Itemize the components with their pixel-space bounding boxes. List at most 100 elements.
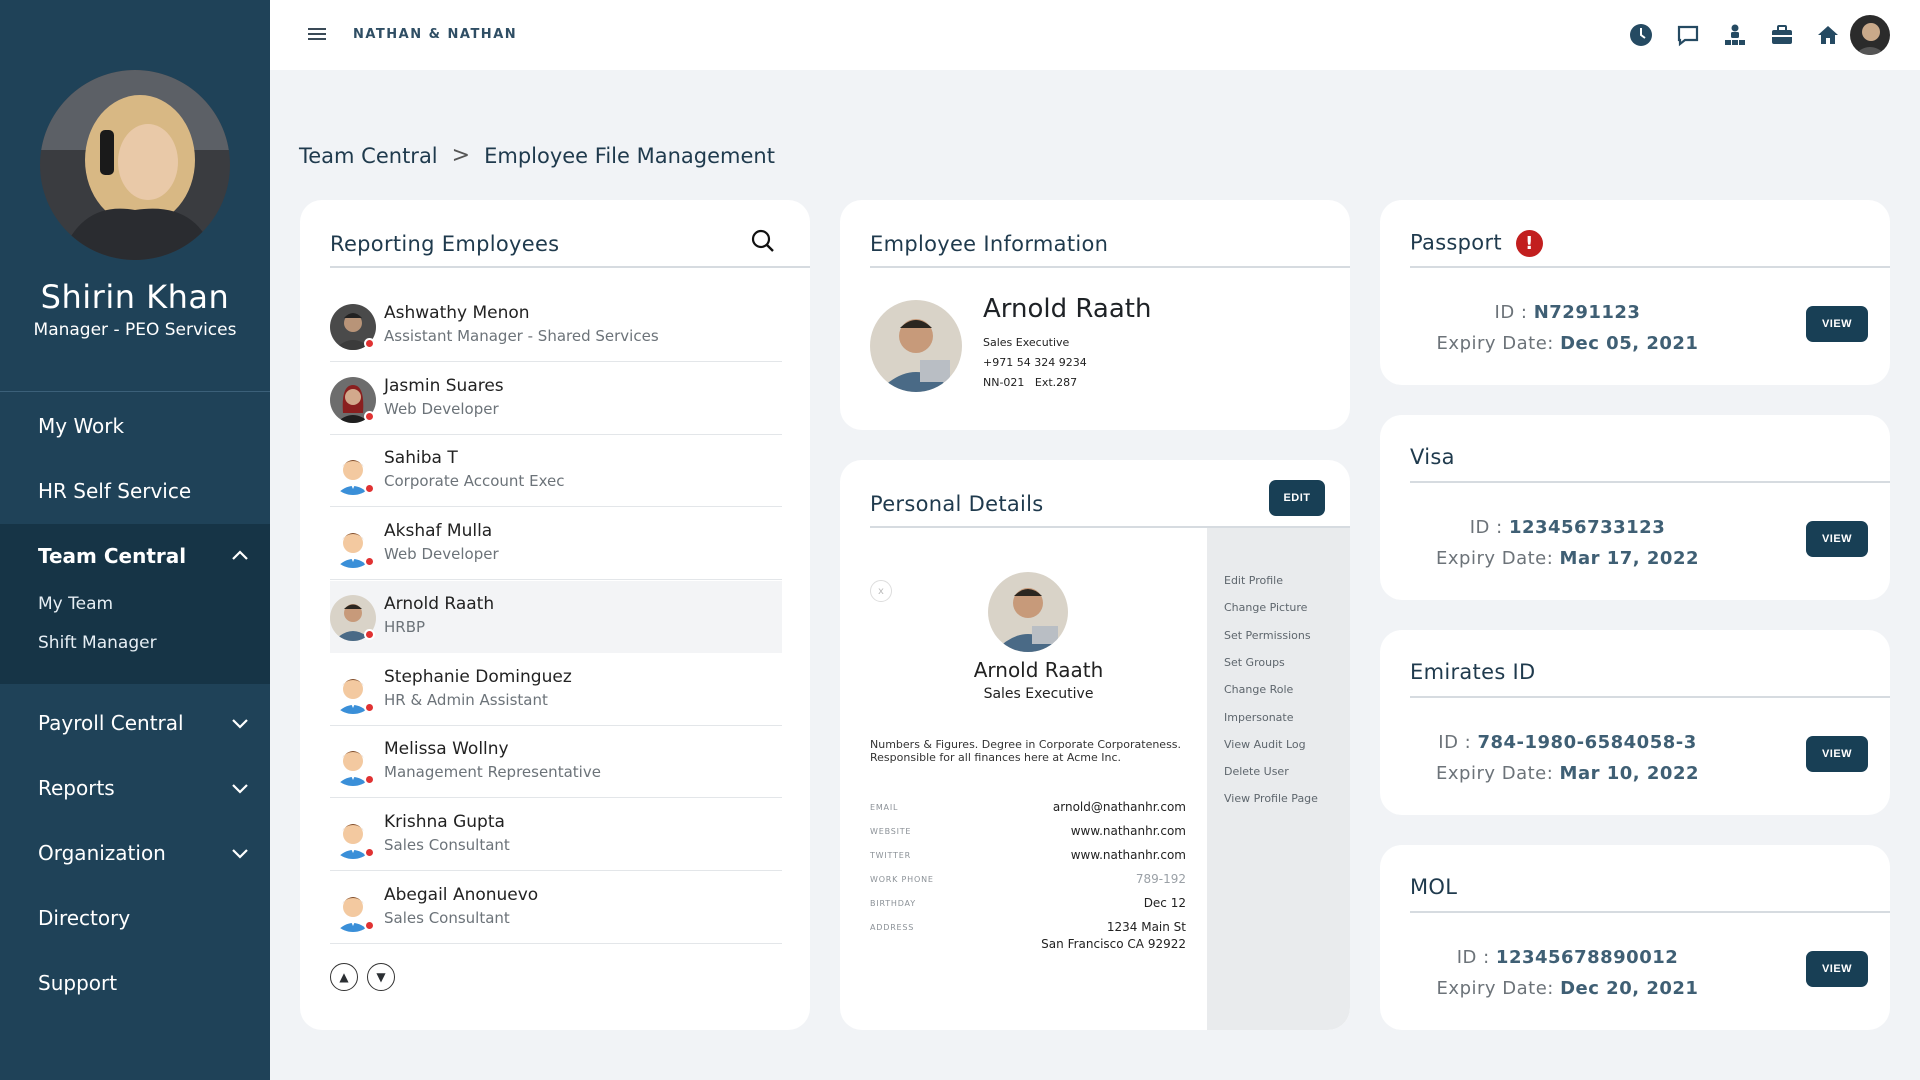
field-label: WORK PHONE xyxy=(870,875,934,884)
divider xyxy=(1410,481,1890,483)
sidebar-item-directory[interactable]: Directory xyxy=(0,888,270,948)
status-dot xyxy=(364,410,375,422)
status-dot xyxy=(364,338,375,349)
card-title: Employee Information xyxy=(870,232,1109,256)
breadcrumb-parent[interactable]: Team Central xyxy=(299,144,438,168)
document-expiry-value: Mar 10, 2022 xyxy=(1559,763,1699,784)
view-button[interactable]: VIEW xyxy=(1806,951,1868,987)
profile-menu-item[interactable]: View Audit Log xyxy=(1224,738,1306,751)
sidebar-item-support[interactable]: Support xyxy=(0,953,270,1013)
employee-role: Web Developer xyxy=(384,545,499,564)
profile-position: Sales Executive xyxy=(983,686,1094,702)
employee-role: HRBP xyxy=(384,617,426,636)
profile-menu-item[interactable]: Change Role xyxy=(1224,683,1293,696)
profile-menu-item[interactable]: Impersonate xyxy=(1224,711,1294,724)
field-label: WEBSITE xyxy=(870,827,912,836)
profile-menu-item[interactable]: Set Groups xyxy=(1224,656,1285,669)
document-id: ID : 12345678890012 xyxy=(1380,947,1755,968)
document-id-label: ID : xyxy=(1456,947,1496,968)
briefcase-icon[interactable] xyxy=(1769,22,1795,48)
sidebar-item-label: Team Central xyxy=(38,544,187,568)
employee-name: Jasmin Suares xyxy=(384,375,504,396)
view-button[interactable]: VIEW xyxy=(1806,306,1868,342)
clock-icon[interactable] xyxy=(1628,22,1654,48)
page-down-button[interactable]: ▼ xyxy=(367,963,395,991)
employee-row[interactable]: Arnold Raath HRBP xyxy=(330,580,782,653)
employee-row[interactable]: Stephanie Dominguez HR & Admin Assistant xyxy=(330,654,782,726)
page-up-button[interactable]: ▲ xyxy=(330,963,358,991)
chat-icon[interactable] xyxy=(1675,22,1701,48)
sidebar-subitem-my-team[interactable]: My Team xyxy=(38,594,113,614)
view-button[interactable]: VIEW xyxy=(1806,521,1868,557)
document-card: Visa ID : 123456733123 Expiry Date: Mar 17… xyxy=(1380,415,1890,600)
breadcrumb-current: Employee File Management xyxy=(484,143,775,168)
employee-name: Arnold Raath xyxy=(384,593,495,614)
employee-row[interactable]: Ashwathy Menon Assistant Manager - Shared… xyxy=(330,290,782,362)
profile-avatar xyxy=(988,572,1068,652)
employee-code: NN-021 Ext.287 xyxy=(983,376,1078,389)
document-title: MOL xyxy=(1410,875,1457,899)
home-icon[interactable] xyxy=(1815,22,1841,48)
sidebar-item-team-central[interactable]: Team Central xyxy=(0,524,270,588)
field-value: www.nathanhr.com xyxy=(1070,824,1186,838)
document-title: Passport! xyxy=(1410,230,1543,257)
org-chart-icon[interactable] xyxy=(1722,22,1748,48)
breadcrumb: Team Central > Employee File Management xyxy=(299,143,775,168)
sidebar-item-reports[interactable]: Reports xyxy=(0,758,270,818)
employee-role: Assistant Manager - Shared Services xyxy=(384,327,659,345)
document-id: ID : N7291123 xyxy=(1380,302,1755,323)
employee-row[interactable]: Jasmin Suares Web Developer xyxy=(330,363,782,435)
view-button[interactable]: VIEW xyxy=(1806,736,1868,772)
hamburger-menu-icon[interactable] xyxy=(308,26,326,42)
employee-row[interactable]: Melissa Wollny Management Representative xyxy=(330,726,782,799)
employee-row[interactable]: Krishna Gupta Sales Consultant xyxy=(330,799,782,871)
user-avatar[interactable] xyxy=(40,70,230,260)
user-name: Shirin Khan xyxy=(40,278,230,316)
sidebar-item-payroll-central[interactable]: Payroll Central xyxy=(0,693,270,753)
document-expiry-value: Dec 05, 2021 xyxy=(1560,333,1699,354)
profile-actions-menu: Edit Profile Change Picture Set Permission… xyxy=(1207,528,1350,1030)
search-icon[interactable] xyxy=(750,228,776,254)
card-title: Reporting Employees xyxy=(330,232,560,256)
employee-name: Abegail Anonuevo xyxy=(384,884,539,905)
employee-phone: +971 54 324 9234 xyxy=(983,356,1087,369)
employee-role: Sales Consultant xyxy=(384,908,510,927)
edit-button[interactable]: EDIT xyxy=(1269,480,1325,516)
field-value: 789-192 xyxy=(1135,872,1186,886)
bio-line: Numbers & Figures. Degree in Corporate C… xyxy=(870,738,1182,751)
field-value: San Francisco CA 92922 xyxy=(1041,937,1186,951)
profile-menu-item[interactable]: Change Picture xyxy=(1224,601,1307,614)
sidebar-item-hr-self-service[interactable]: HR Self Service xyxy=(0,461,270,521)
profile-menu-item[interactable]: View Profile Page xyxy=(1224,792,1318,805)
sidebar-item-label: Support xyxy=(38,971,118,995)
topbar-avatar[interactable] xyxy=(1850,15,1890,55)
sidebar-item-label: Payroll Central xyxy=(38,711,184,735)
sidebar-item-my-work[interactable]: My Work xyxy=(0,396,270,456)
profile-menu-item[interactable]: Set Permissions xyxy=(1224,629,1311,642)
user-role: Manager - PEO Services xyxy=(33,320,237,340)
status-dot xyxy=(364,628,375,640)
status-dot xyxy=(364,483,375,495)
document-expiry: Expiry Date: Dec 20, 2021 xyxy=(1380,978,1755,999)
sidebar-group-team-central: Team Central My Team Shift Manager xyxy=(0,524,270,684)
profile-menu-item[interactable]: Delete User xyxy=(1224,765,1289,778)
divider xyxy=(1410,696,1890,698)
employee-row[interactable]: Sahiba T Corporate Account Exec xyxy=(330,435,782,508)
profile-menu-item[interactable]: Edit Profile xyxy=(1224,574,1283,587)
document-id-label: ID : xyxy=(1469,517,1509,538)
sidebar-subitem-shift-manager[interactable]: Shift Manager xyxy=(38,633,157,653)
field-label: BIRTHDAY xyxy=(870,899,916,908)
document-expiry-label: Expiry Date: xyxy=(1436,763,1560,784)
field-label: ADDRESS xyxy=(870,923,915,932)
document-expiry: Expiry Date: Mar 17, 2022 xyxy=(1380,548,1755,569)
employee-row[interactable]: Abegail Anonuevo Sales Consultant xyxy=(330,872,782,944)
brand-name[interactable]: NATHAN & NATHAN xyxy=(353,27,517,42)
employee-row[interactable]: Akshaf Mulla Web Developer xyxy=(330,508,782,581)
sidebar-item-organization[interactable]: Organization xyxy=(0,823,270,883)
card-title: Personal Details xyxy=(870,492,1044,516)
document-card: MOL ID : 12345678890012 Expiry Date: Dec 2… xyxy=(1380,845,1890,1030)
document-title-text: Visa xyxy=(1410,445,1455,469)
close-button[interactable]: x xyxy=(870,580,892,602)
document-title-text: MOL xyxy=(1410,875,1458,899)
employee-name: Melissa Wollny xyxy=(384,739,509,760)
